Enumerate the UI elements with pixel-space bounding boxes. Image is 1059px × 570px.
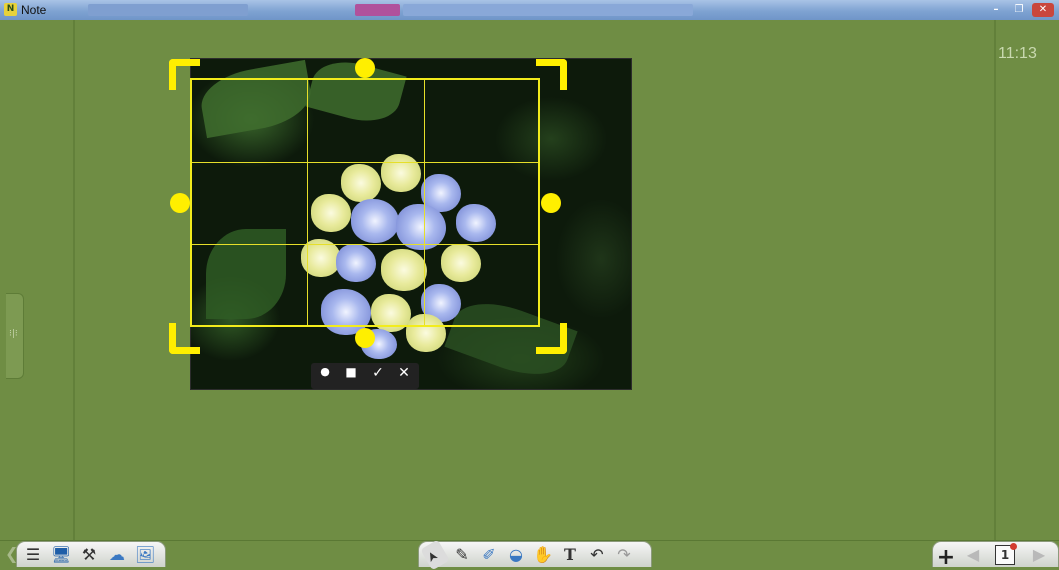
text-icon[interactable]: T (560, 545, 580, 565)
blurred-taskbar-region (88, 4, 248, 16)
crop-edge-handle-bottom[interactable] (355, 328, 375, 348)
page-notification-dot (1010, 543, 1017, 550)
crop-corner-handle-bottom-left[interactable] (169, 323, 200, 354)
monitor-icon[interactable]: 🖥 (51, 545, 71, 565)
menu-icon[interactable]: ☰ (23, 545, 43, 565)
board-margin-line (994, 20, 996, 540)
eraser-icon[interactable]: ◒ (506, 545, 526, 565)
hand-icon[interactable]: ✋ (533, 545, 553, 565)
pen-icon[interactable]: ✎ (452, 545, 472, 565)
highlighter-icon[interactable]: ✐ (479, 545, 499, 565)
close-button[interactable]: ✕ (1032, 3, 1054, 17)
add-page-button[interactable]: + (936, 545, 956, 570)
restore-button[interactable]: ❐ (1008, 3, 1030, 17)
handle-grip-icon: ⁝|⁝ (9, 329, 18, 339)
crop-toolbar: ● ■ ✓ ✕ (311, 363, 419, 389)
title-bar: N Note – ❐ ✕ (0, 0, 1059, 21)
window-title: Note (21, 3, 47, 17)
next-page-button[interactable]: ▶ (1029, 545, 1049, 565)
image-icon[interactable]: 🖼 (135, 545, 155, 565)
crop-corner-handle-bottom-right[interactable] (536, 323, 567, 354)
blurred-taskbar-region (355, 4, 400, 16)
cancel-crop-button[interactable]: ✕ (393, 365, 415, 387)
minimize-button[interactable]: – (985, 3, 1007, 17)
clock: 11:13 (998, 45, 1037, 62)
ellipse-crop-button[interactable]: ● (314, 365, 336, 387)
side-panel-handle[interactable]: ⁝|⁝ (6, 293, 24, 379)
undo-icon[interactable]: ↶ (587, 545, 607, 565)
center-tool-tray: ➤ ✎ ✐ ◒ ✋ T ↶ ↷ (418, 539, 652, 570)
crop-grid-line (192, 162, 538, 163)
crop-corner-handle-top-right[interactable] (536, 59, 567, 90)
tools-icon[interactable]: ⚒ (79, 545, 99, 565)
previous-page-button[interactable]: ◀ (963, 545, 983, 565)
cloud-upload-icon[interactable]: ☁ (107, 545, 127, 565)
board-margin-line (73, 20, 75, 540)
right-page-tray: + ◀ 1 ▶ (932, 541, 1059, 570)
crop-grid-line (307, 80, 308, 325)
crop-grid-line (192, 244, 538, 245)
left-tool-tray: ☰ 🖥 ⚒ ☁ 🖼 (16, 541, 166, 567)
select-pointer-icon[interactable]: ➤ (420, 539, 450, 570)
crop-frame[interactable] (190, 78, 540, 327)
crop-edge-handle-right[interactable] (541, 193, 561, 213)
redo-icon[interactable]: ↷ (614, 545, 634, 565)
crop-edge-handle-top[interactable] (355, 58, 375, 78)
crop-corner-handle-top-left[interactable] (169, 59, 200, 90)
rectangle-crop-button[interactable]: ■ (340, 365, 362, 387)
bottom-toolbar: ❮ ☰ 🖥 ⚒ ☁ 🖼 ➤ ✎ ✐ ◒ ✋ T ↶ ↷ + ◀ 1 ▶ (0, 539, 1059, 570)
blurred-taskbar-region (403, 4, 693, 16)
confirm-crop-button[interactable]: ✓ (367, 365, 389, 387)
app-logo-icon: N (4, 3, 17, 16)
crop-edge-handle-left[interactable] (170, 193, 190, 213)
crop-grid-line (424, 80, 425, 325)
